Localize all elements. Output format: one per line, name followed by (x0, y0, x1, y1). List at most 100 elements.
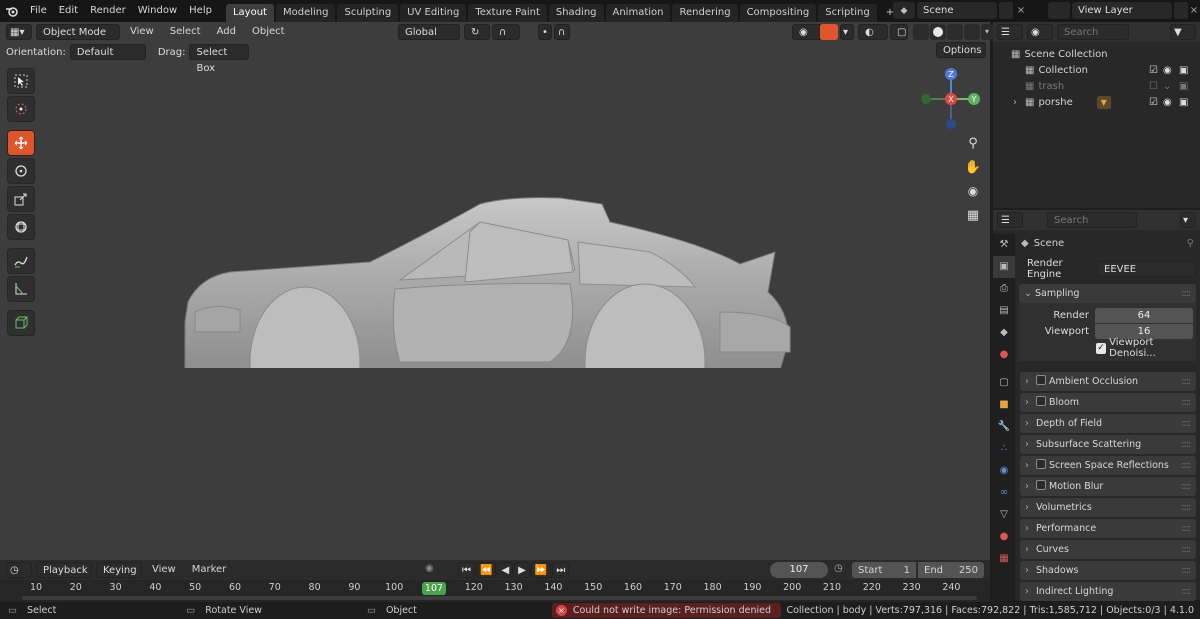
section-subsurface-scattering[interactable]: › Subsurface Scattering:::: (1020, 435, 1196, 454)
3d-viewport[interactable]: ▦▾ Object Mode View Select Add Object Gl… (0, 21, 993, 560)
timeline-scrollbar[interactable] (22, 596, 977, 600)
play-icon[interactable]: ▶ (514, 562, 530, 578)
tab-compositing[interactable]: Compositing (739, 4, 817, 22)
overlay-icon[interactable]: ◐ (858, 24, 888, 40)
view-layer-close-icon[interactable]: × (1188, 2, 1200, 19)
bloom-checkbox[interactable] (1036, 396, 1046, 406)
transform-orientation-dropdown[interactable]: Global (398, 24, 460, 40)
solid-shading-icon[interactable] (930, 24, 946, 40)
auto-keying-icon[interactable]: ◉ (425, 563, 434, 574)
jump-end-icon[interactable]: ⏭ (552, 562, 570, 578)
playback-menu[interactable]: Playback (36, 562, 92, 578)
gizmo-toggle-icon[interactable] (820, 24, 838, 40)
frame-ruler[interactable]: 10 20 30 40 50 60 70 80 90 100 107 120 130 140 150 160 1… (0, 580, 990, 602)
section-curves[interactable]: › Curves:::: (1020, 540, 1196, 559)
jump-start-icon[interactable]: ⏮ (458, 562, 475, 578)
rotate-tool-icon[interactable] (7, 158, 35, 184)
proportional-edit-icon[interactable]: • (538, 24, 552, 40)
measure-tool-icon[interactable] (7, 276, 35, 302)
ssr-checkbox[interactable] (1036, 459, 1046, 469)
play-reverse-icon[interactable]: ◀ (497, 562, 514, 578)
drag-handle-icon[interactable]: :::: (1181, 284, 1191, 303)
keying-menu[interactable]: Keying (96, 562, 142, 578)
properties-options-icon[interactable]: ▾ (1180, 212, 1196, 228)
outliner-filter-icon[interactable]: ▼ (1170, 24, 1196, 40)
tab-shading[interactable]: Shading (548, 4, 604, 22)
tab-animation[interactable]: Animation (605, 4, 671, 22)
snap-icon[interactable]: ∩ (492, 24, 520, 40)
scene-close-icon[interactable]: × (1014, 2, 1028, 19)
menu-edit[interactable]: Edit (53, 0, 84, 22)
clock-icon[interactable]: ◷ (834, 563, 843, 574)
timeline-menu-view[interactable]: View (146, 559, 182, 581)
section-bloom[interactable]: › Bloom:::: (1020, 393, 1196, 412)
material-shading-icon[interactable] (947, 24, 963, 40)
menu-help[interactable]: Help (183, 0, 218, 22)
eye-icon[interactable]: ◉ (1163, 65, 1172, 76)
object-mode-dropdown[interactable]: Object Mode (36, 24, 120, 40)
xray-icon[interactable]: ▢ (890, 24, 908, 40)
error-report[interactable]: × Could not write image: Permission deni… (551, 603, 782, 618)
viewport-denoise-row[interactable]: ✓ Viewport Denoisi... (1019, 337, 1196, 359)
motion-blur-checkbox[interactable] (1036, 480, 1046, 490)
tab-rendering[interactable]: Rendering (672, 4, 738, 22)
menu-file[interactable]: File (24, 0, 53, 22)
navigation-gizmo[interactable]: Z Y X (915, 66, 985, 130)
falloff-icon[interactable]: ∩ (554, 24, 570, 40)
view-layer-field[interactable]: View Layer (1072, 2, 1172, 19)
section-volumetrics[interactable]: › Volumetrics:::: (1020, 498, 1196, 517)
exclude-checkbox-icon[interactable]: ☑ (1149, 97, 1158, 108)
jump-keyframe-forward-icon[interactable]: ⏩ (530, 562, 552, 578)
section-performance[interactable]: › Performance:::: (1020, 519, 1196, 538)
tab-modeling[interactable]: Modeling (275, 4, 336, 22)
move-tool-icon[interactable] (7, 130, 35, 156)
tab-layout[interactable]: Layout (225, 4, 274, 22)
camera-icon[interactable]: ▣ (1179, 81, 1188, 92)
world-tab-icon[interactable]: ● (993, 344, 1015, 366)
tab-uv-editing[interactable]: UV Editing (400, 4, 467, 22)
section-ambient-occlusion[interactable]: › Ambient Occlusion:::: (1020, 372, 1196, 391)
viewport-menu-object[interactable]: Object (246, 21, 291, 43)
timeline-editor-type-icon[interactable]: ◷ (6, 562, 32, 578)
timeline-menu-marker[interactable]: Marker (186, 559, 233, 581)
scene-copy-icon[interactable] (999, 2, 1013, 19)
wireframe-shading-icon[interactable] (913, 24, 929, 40)
add-cube-tool-icon[interactable] (7, 310, 35, 336)
section-screen-space-reflections[interactable]: › Screen Space Reflections:::: (1020, 456, 1196, 475)
zoom-icon[interactable]: ⚲ (962, 132, 984, 154)
tool-tab-icon[interactable]: ⚒ (993, 234, 1015, 256)
visibility-icon[interactable]: ◉ (792, 24, 822, 40)
ambient-occlusion-checkbox[interactable] (1036, 375, 1046, 385)
scene-icon[interactable]: ◆ (893, 2, 915, 19)
eye-icon[interactable]: ⌄ (1163, 81, 1171, 92)
scale-tool-icon[interactable] (7, 186, 35, 212)
properties-search-input[interactable]: Search (1047, 212, 1137, 228)
viewport-menu-select[interactable]: Select (164, 21, 207, 43)
render-samples-field[interactable]: 64 (1095, 307, 1193, 323)
editor-type-dropdown[interactable]: ▦▾ (6, 24, 32, 40)
scene-tab-icon[interactable]: ◆ (993, 322, 1015, 344)
orientation-dropdown[interactable]: Default (69, 44, 146, 60)
tab-sculpting[interactable]: Sculpting (337, 4, 399, 22)
rendered-shading-icon[interactable] (964, 24, 980, 40)
menu-render[interactable]: Render (84, 0, 132, 22)
pan-hand-icon[interactable]: ✋ (962, 156, 984, 178)
render-tab-icon[interactable]: ▣ (993, 256, 1015, 278)
view-layer-copy-icon[interactable] (1174, 2, 1188, 19)
render-engine-dropdown[interactable]: EEVEE (1097, 261, 1196, 277)
cursor-tool-icon[interactable] (7, 96, 35, 122)
drag-dropdown[interactable]: Select Box (189, 44, 250, 74)
shading-dropdown-icon[interactable]: ▾ (981, 24, 993, 40)
pin-icon[interactable]: ⚲ (1187, 238, 1194, 249)
view-layer-tab-icon[interactable]: ▤ (993, 300, 1015, 322)
outliner-search-input[interactable]: Search (1057, 24, 1129, 40)
scene-name-field[interactable]: Scene (917, 2, 997, 19)
current-frame-field[interactable]: 107 (770, 562, 828, 578)
properties-editor-type-icon[interactable]: ☰ (997, 212, 1023, 228)
section-motion-blur[interactable]: › Motion Blur:::: (1020, 477, 1196, 496)
options-dropdown[interactable]: Options (936, 42, 986, 58)
pivot-point-icon[interactable]: ↻ (464, 24, 490, 40)
eye-icon[interactable]: ◉ (1163, 97, 1172, 108)
exclude-checkbox-icon[interactable]: ☑ (1149, 65, 1158, 76)
outliner-row-trash[interactable]: ▦ trash ☐ ⌄ ▣ (993, 78, 1200, 94)
